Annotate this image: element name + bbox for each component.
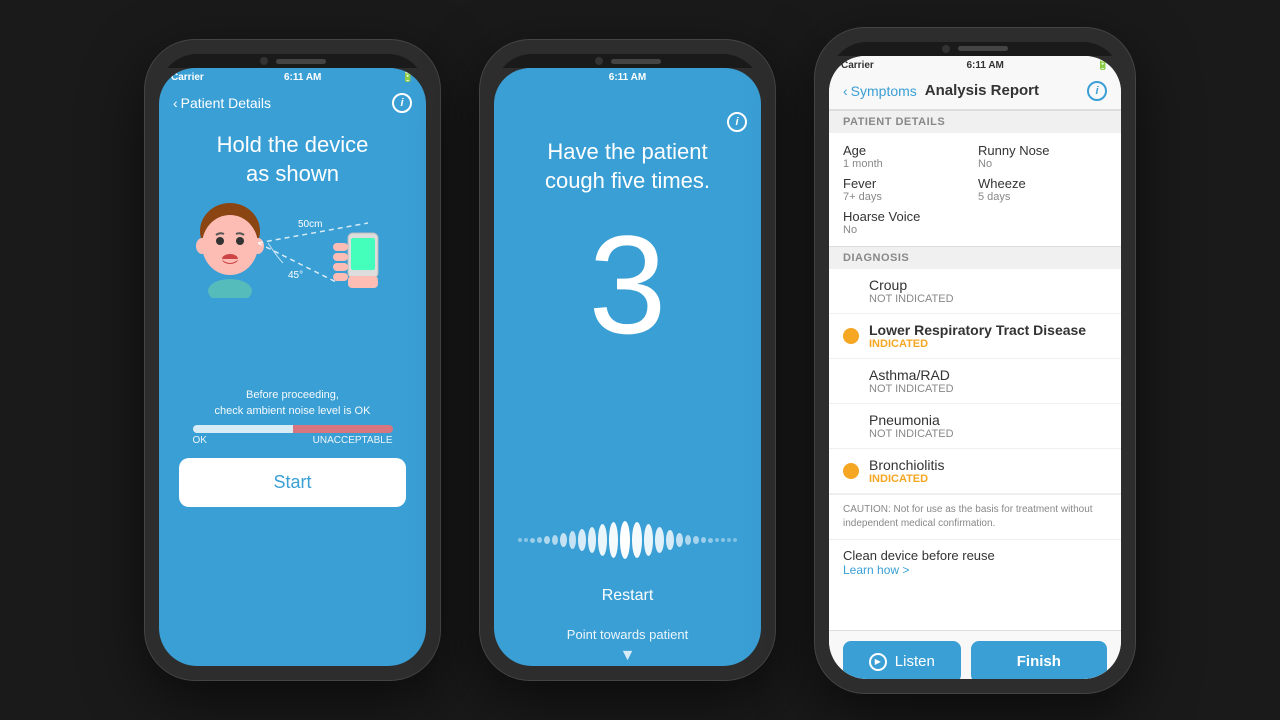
battery-1: 🔋 [402, 72, 414, 83]
age-value: 1 month [843, 158, 972, 170]
cough-instruction: Have the patient cough five times. [515, 138, 740, 195]
svg-text:50cm: 50cm [298, 219, 322, 230]
bronchiolitis-details: Bronchiolitis INDICATED [869, 457, 944, 485]
pneumonia-details: Pneumonia NOT INDICATED [869, 412, 954, 440]
status-bar-1: Carrier 6:11 AM 🔋 [159, 68, 426, 87]
croup-details: Croup NOT INDICATED [869, 277, 954, 305]
screen-1-content: Hold the device as shown [159, 121, 426, 666]
phone-1: Carrier 6:11 AM 🔋 ‹ Patient Details i Ho… [145, 40, 440, 680]
age-item: Age 1 month [843, 143, 972, 170]
diagnosis-section: Croup NOT INDICATED Lower Respiratory Tr… [829, 269, 1121, 630]
runny-nose-item: Runny Nose No [978, 143, 1107, 170]
device-illustration: 50cm 45° [183, 198, 403, 378]
wheeze-label: Wheeze [978, 176, 1107, 191]
back-button-1[interactable]: ‹ Patient Details [173, 95, 271, 111]
nav-bar-1: ‹ Patient Details i [159, 87, 426, 121]
runny-nose-label: Runny Nose [978, 143, 1107, 158]
hoarse-voice-value: No [843, 224, 972, 236]
listen-label: Listen [895, 653, 935, 670]
patient-details-header: PATIENT DETAILS [829, 110, 1121, 133]
status-bar-3: Carrier 6:11 AM 🔋 [829, 56, 1121, 75]
point-text: Point towards patient [567, 627, 688, 642]
phone-3: Carrier 6:11 AM 🔋 ‹ Symptoms Analysis Re… [815, 28, 1135, 693]
carrier-3: Carrier [841, 60, 874, 71]
nav-title-3: Analysis Report [877, 82, 1087, 99]
finish-button[interactable]: Finish [971, 641, 1107, 679]
hoarse-voice-item: Hoarse Voice No [843, 209, 972, 236]
countdown-number: 3 [589, 215, 667, 355]
pneumonia-status: NOT INDICATED [869, 428, 954, 440]
noise-bad-label: UNACCEPTABLE [313, 435, 393, 446]
hand-phone-illustration [328, 228, 403, 293]
noise-check-text: Before proceeding, check ambient noise l… [215, 388, 371, 419]
battery-3: 🔋 [1097, 60, 1109, 71]
restart-button[interactable]: Restart [602, 587, 654, 605]
clean-device-section: Clean device before reuse Learn how > [829, 539, 1121, 585]
caution-text: CAUTION: Not for use as the basis for tr… [829, 494, 1121, 539]
chevron-left-icon-3: ‹ [843, 83, 848, 99]
status-bar-2: 6:11 AM [494, 68, 761, 87]
runny-nose-value: No [978, 158, 1107, 170]
asthma-indicator [843, 373, 859, 389]
info-icon-2[interactable]: i [727, 112, 747, 132]
svg-text:45°: 45° [288, 270, 303, 281]
lrtd-indicator [843, 328, 859, 344]
noise-meter [193, 425, 393, 433]
chevron-left-icon: ‹ [173, 95, 178, 111]
wheeze-item: Wheeze 5 days [978, 176, 1107, 203]
diagnosis-lrtd: Lower Respiratory Tract Disease INDICATE… [829, 314, 1121, 359]
fever-item: Fever 7+ days [843, 176, 972, 203]
lrtd-details: Lower Respiratory Tract Disease INDICATE… [869, 322, 1086, 350]
hoarse-voice-label: Hoarse Voice [843, 209, 972, 224]
croup-indicator [843, 283, 859, 299]
info-icon-3[interactable]: i [1087, 81, 1107, 101]
age-label: Age [843, 143, 972, 158]
wheeze-value: 5 days [978, 191, 1107, 203]
bottom-actions: ▶ Listen Finish [829, 630, 1121, 679]
play-icon: ▶ [869, 653, 887, 671]
screen-3: Carrier 6:11 AM 🔋 ‹ Symptoms Analysis Re… [829, 56, 1121, 679]
patient-details-grid: Age 1 month Runny Nose No Fever 7+ days … [829, 133, 1121, 246]
lrtd-status: INDICATED [869, 338, 1086, 350]
croup-status: NOT INDICATED [869, 293, 954, 305]
lrtd-name: Lower Respiratory Tract Disease [869, 322, 1086, 338]
start-button[interactable]: Start [179, 458, 406, 507]
time-1: 6:11 AM [284, 72, 321, 83]
croup-name: Croup [869, 277, 954, 293]
time-3: 6:11 AM [966, 60, 1003, 71]
bronchiolitis-status: INDICATED [869, 473, 944, 485]
screen-1: Carrier 6:11 AM 🔋 ‹ Patient Details i Ho… [159, 68, 426, 666]
noise-ok-label: OK [193, 435, 207, 446]
instruction-text-1: Hold the device as shown [217, 131, 369, 188]
listen-button[interactable]: ▶ Listen [843, 641, 961, 679]
diagnosis-croup: Croup NOT INDICATED [829, 269, 1121, 314]
clean-title: Clean device before reuse [843, 548, 1107, 563]
pneumonia-name: Pneumonia [869, 412, 954, 428]
wave-dots [514, 521, 741, 559]
asthma-status: NOT INDICATED [869, 383, 954, 395]
pneumonia-indicator [843, 418, 859, 434]
bronchiolitis-name: Bronchiolitis [869, 457, 944, 473]
info-icon-1[interactable]: i [392, 93, 412, 113]
nav-bar-3: ‹ Symptoms Analysis Report i [829, 75, 1121, 110]
back-label-1: Patient Details [181, 95, 271, 111]
screen-2: 6:11 AM i Have the patient cough five ti… [494, 68, 761, 666]
diagnosis-pneumonia: Pneumonia NOT INDICATED [829, 404, 1121, 449]
fever-label: Fever [843, 176, 972, 191]
time-2: 6:11 AM [609, 72, 646, 83]
carrier-1: Carrier [171, 72, 204, 83]
noise-labels: OK UNACCEPTABLE [193, 435, 393, 446]
arrow-down-icon: ▼ [620, 647, 636, 665]
fever-value: 7+ days [843, 191, 972, 203]
diagnosis-bronchiolitis: Bronchiolitis INDICATED [829, 449, 1121, 494]
asthma-details: Asthma/RAD NOT INDICATED [869, 367, 954, 395]
phone-2: 6:11 AM i Have the patient cough five ti… [480, 40, 775, 680]
clean-link[interactable]: Learn how > [843, 563, 1107, 577]
diagnosis-header: DIAGNOSIS [829, 246, 1121, 269]
bronchiolitis-indicator [843, 463, 859, 479]
diagnosis-asthma: Asthma/RAD NOT INDICATED [829, 359, 1121, 404]
asthma-name: Asthma/RAD [869, 367, 954, 383]
waveform [514, 520, 741, 560]
